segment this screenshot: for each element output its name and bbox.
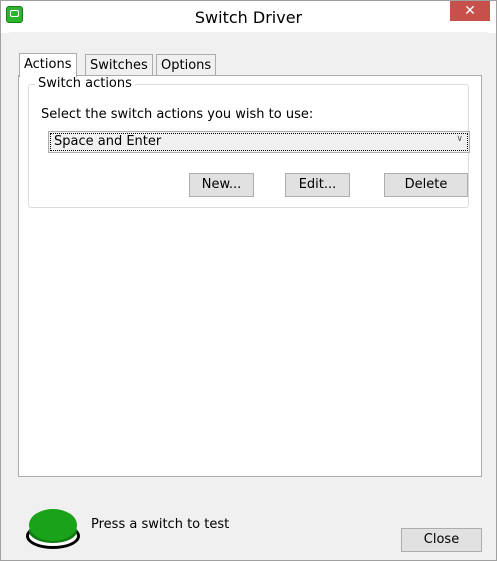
tab-options[interactable]: Options [156, 54, 217, 76]
close-button[interactable]: Close [401, 528, 482, 552]
select-actions-prompt: Select the switch actions you wish to us… [41, 107, 314, 122]
window-title: Switch Driver [194, 8, 303, 27]
group-title: Switch actions [35, 76, 135, 91]
green-switch-icon [26, 509, 80, 549]
switch-test-label: Press a switch to test [91, 517, 230, 532]
edit-button[interactable]: Edit... [285, 173, 350, 197]
tab-actions[interactable]: Actions [19, 53, 77, 77]
tab-switches[interactable]: Switches [85, 54, 153, 76]
chevron-down-icon[interactable]: ∨ [456, 134, 463, 144]
title-bar[interactable]: Switch Driver ✕ [1, 1, 496, 33]
dialog-body: Actions Switches Options Switch actions … [9, 32, 488, 553]
delete-button[interactable]: Delete [384, 173, 468, 197]
window-close-icon[interactable]: ✕ [450, 1, 490, 21]
selected-action: Space and Enter [50, 133, 468, 151]
switch-driver-window: Switch Driver ✕ Actions Switches Options… [0, 0, 497, 561]
switch-actions-group: Switch actions Select the switch actions… [28, 76, 470, 208]
new-button[interactable]: New... [189, 173, 254, 197]
actions-tab-page: Switch actions Select the switch actions… [18, 75, 482, 477]
switch-actions-dropdown[interactable]: Space and Enter ∨ [48, 131, 470, 153]
